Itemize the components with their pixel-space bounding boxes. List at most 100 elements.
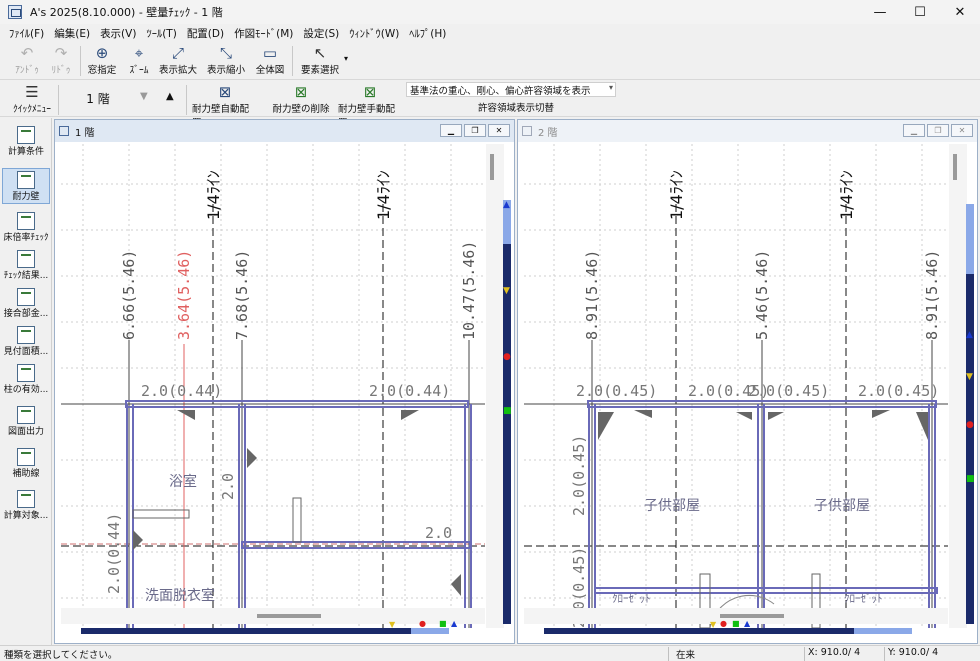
guide-line-icon <box>17 448 35 466</box>
floor2-window: 2 階 ▁ ❐ ✕ 8.91(5.46) 5.46(5.46) 8.91(5.4… <box>517 119 978 644</box>
hamburger-icon: ☰ <box>25 83 39 101</box>
redo-button[interactable]: ↷ ﾘﾄﾞｩ <box>44 44 78 78</box>
dot-marker-icon: ● <box>503 352 511 362</box>
floor1-canvas[interactable]: 6.66(5.46) 3.64(5.46) 7.68(5.46) 10.47(5… <box>61 144 485 628</box>
sidebar-item-floor-ratio[interactable]: 床倍率ﾁｪｯｸ <box>2 210 50 246</box>
delete-wall-icon: ⊠ <box>294 83 308 101</box>
floor-up-icon[interactable]: ▲ <box>166 91 174 102</box>
window-select-button[interactable]: ⊕ 窓指定 <box>84 44 120 78</box>
drawing-icon <box>17 406 35 424</box>
auto-wall-button[interactable]: ⊠ 耐力壁自動配置 <box>192 83 258 129</box>
dim-label: 6.66(5.46) <box>120 250 138 340</box>
menu-tools[interactable]: ﾂｰﾙ(T) <box>141 26 181 41</box>
check-option-select[interactable]: 基準法の重心、剛心、偏心許容領域を表示 ▾ <box>406 82 616 97</box>
floor1-vertical-scrollbar[interactable] <box>486 144 504 628</box>
floor2-close-button[interactable]: ✕ <box>951 124 973 137</box>
floor2-titlebar: 2 階 ▁ ❐ ✕ <box>518 120 977 142</box>
menu-settings[interactable]: 設定(S) <box>298 26 344 41</box>
dim-label: 5.46(5.46) <box>753 250 771 340</box>
sidebar-item-projected-area[interactable]: 見付面積... <box>2 324 50 360</box>
triangle-marker-icon: ▼ <box>503 286 510 296</box>
wall-value-label: 2.0(0.45) <box>748 382 829 400</box>
quick-menu-button[interactable]: ☰ ｸｲｯｸﾒﾆｭｰ <box>8 83 56 117</box>
floor2-restore-button[interactable]: ❐ <box>927 124 949 137</box>
fit-all-button[interactable]: ▭ 全体図 <box>254 44 286 78</box>
room-label: 子供部屋 <box>814 498 870 514</box>
check-switch-label[interactable]: 許容領域表示切替 <box>478 100 554 114</box>
select-dropdown-icon[interactable]: ▾ <box>344 54 348 63</box>
zoom-button[interactable]: ⌖ ｽﾞｰﾑ <box>122 44 156 78</box>
quarter-line-label: 1/4ﾗｲﾝ <box>837 170 856 220</box>
select-element-button[interactable]: ↖ 要素選択 <box>298 44 342 78</box>
floor2-vertical-scrollbar[interactable] <box>949 144 967 628</box>
zoom-window-icon: ⊕ <box>95 44 109 62</box>
sidebar-item-calc-target[interactable]: 計算対象... <box>2 488 50 524</box>
wall-value-label: 2.0 <box>219 473 237 500</box>
menu-view[interactable]: 表示(V) <box>95 26 141 41</box>
left-sidebar: 計算条件 耐力壁 床倍率ﾁｪｯｸ ﾁｪｯｸ結果... 接合部金... 見付面積.… <box>0 118 52 645</box>
dim-label: 8.91(5.46) <box>583 250 601 340</box>
maximize-button[interactable]: ☐ <box>900 0 940 24</box>
floor1-minimize-button[interactable]: ▁ <box>440 124 462 137</box>
floor-down-icon[interactable]: ▼ <box>140 91 148 102</box>
menu-help[interactable]: ﾍﾙﾌﾟ(H) <box>404 26 451 41</box>
app-icon <box>8 5 22 19</box>
zoom-out-button[interactable]: ⤡ 表示縮小 <box>206 44 246 78</box>
menu-file[interactable]: ﾌｧｲﾙ(F) <box>4 26 49 41</box>
main-toolbar: ↶ ｱﾝﾄﾞｩ ↷ ﾘﾄﾞｩ ⊕ 窓指定 ⌖ ｽﾞｰﾑ ⤢ 表示拡大 ⤡ 表示縮… <box>0 42 980 80</box>
dim-label: 3.64(5.46) <box>175 250 193 340</box>
grid-icon <box>17 212 35 230</box>
title-bar: A's 2025(8.10.000) - 壁量ﾁｪｯｸ - 1 階 — ☐ ✕ <box>0 0 980 24</box>
zoom-in-button[interactable]: ⤢ 表示拡大 <box>158 44 198 78</box>
sidebar-item-joint[interactable]: 接合部金... <box>2 286 50 322</box>
sidebar-item-calc-conditions[interactable]: 計算条件 <box>2 124 50 160</box>
fit-icon: ▭ <box>262 44 278 62</box>
room-label: ｸﾛｰｾﾞｯﾄ <box>844 592 883 605</box>
floor-display: 1 階 <box>86 91 110 106</box>
triangle-marker-icon: ▲ <box>503 200 510 210</box>
minimize-button[interactable]: — <box>860 0 900 24</box>
wall-value-label: 2.0(0.45) <box>576 382 657 400</box>
sidebar-item-guide-line[interactable]: 補助線 <box>2 446 50 482</box>
sidebar-item-column[interactable]: 柱の有効... <box>2 362 50 398</box>
column-icon <box>17 364 35 382</box>
manual-wall-icon: ⊠ <box>363 83 377 101</box>
bearing-wall-icon <box>17 171 35 189</box>
close-button[interactable]: ✕ <box>940 0 980 24</box>
floor2-minimize-button[interactable]: ▁ <box>903 124 925 137</box>
wall-value-label: 2.0(0.44) <box>141 382 222 400</box>
window-title: A's 2025(8.10.000) - 壁量ﾁｪｯｸ - 1 階 <box>30 6 223 19</box>
menu-edit[interactable]: 編集(E) <box>49 26 95 41</box>
wall-value-label: 2.0(0.44) <box>369 382 450 400</box>
room-label: ｸﾛｰｾﾞｯﾄ <box>612 592 651 605</box>
sidebar-item-check-result[interactable]: ﾁｪｯｸ結果... <box>2 248 50 284</box>
menu-place[interactable]: 配置(D) <box>182 26 229 41</box>
menu-window[interactable]: ｳｨﾝﾄﾞｳ(W) <box>344 26 404 41</box>
floor1-titlebar: 1 階 ▁ ❐ ✕ <box>55 120 514 142</box>
menu-bar: ﾌｧｲﾙ(F) 編集(E) 表示(V) ﾂｰﾙ(T) 配置(D) 作図ﾓｰﾄﾞ(… <box>0 24 980 42</box>
floor1-restore-button[interactable]: ❐ <box>464 124 486 137</box>
floor2-canvas[interactable]: 8.91(5.46) 5.46(5.46) 8.91(5.46) 1/4ﾗｲﾝ … <box>524 144 948 628</box>
square-marker-icon: ■ <box>503 406 512 416</box>
manual-wall-button[interactable]: ⊠ 耐力壁手動配置 <box>338 83 402 129</box>
floor1-close-button[interactable]: ✕ <box>488 124 510 137</box>
sidebar-item-bearing-wall[interactable]: 耐力壁 <box>2 168 50 204</box>
auto-wall-icon: ⊠ <box>218 83 232 101</box>
quarter-line-label: 1/4ﾗｲﾝ <box>204 170 223 220</box>
delete-wall-button[interactable]: ⊠ 耐力壁の削除 <box>272 83 330 117</box>
calc-target-icon <box>17 490 35 508</box>
house-icon <box>17 326 35 344</box>
cursor-arrow-icon: ↖ <box>313 44 327 62</box>
sidebar-item-drawing-output[interactable]: 図面出力 <box>2 404 50 440</box>
dim-label: 7.68(5.46) <box>233 250 251 340</box>
wall-value-label: 2.0(0.44) <box>105 513 123 594</box>
undo-button[interactable]: ↶ ｱﾝﾄﾞｩ <box>10 44 44 78</box>
shrink-icon: ⤡ <box>219 44 232 62</box>
joint-icon <box>17 288 35 306</box>
menu-draw-mode[interactable]: 作図ﾓｰﾄﾞ(M) <box>229 26 298 41</box>
status-y-coord: Y: 910.0/ 4 <box>888 647 939 658</box>
status-mode: 在来 <box>676 650 696 661</box>
check-toolbar: ☰ ｸｲｯｸﾒﾆｭｰ 1 階 ▼ ▲ ⊠ 耐力壁自動配置 ⊠ 耐力壁の削除 ⊠ … <box>0 81 980 129</box>
floor1-horizontal-indicator: ▼ ● ■ ▲ <box>81 619 457 634</box>
wall-value-label: 2.0(0.45) <box>858 382 939 400</box>
